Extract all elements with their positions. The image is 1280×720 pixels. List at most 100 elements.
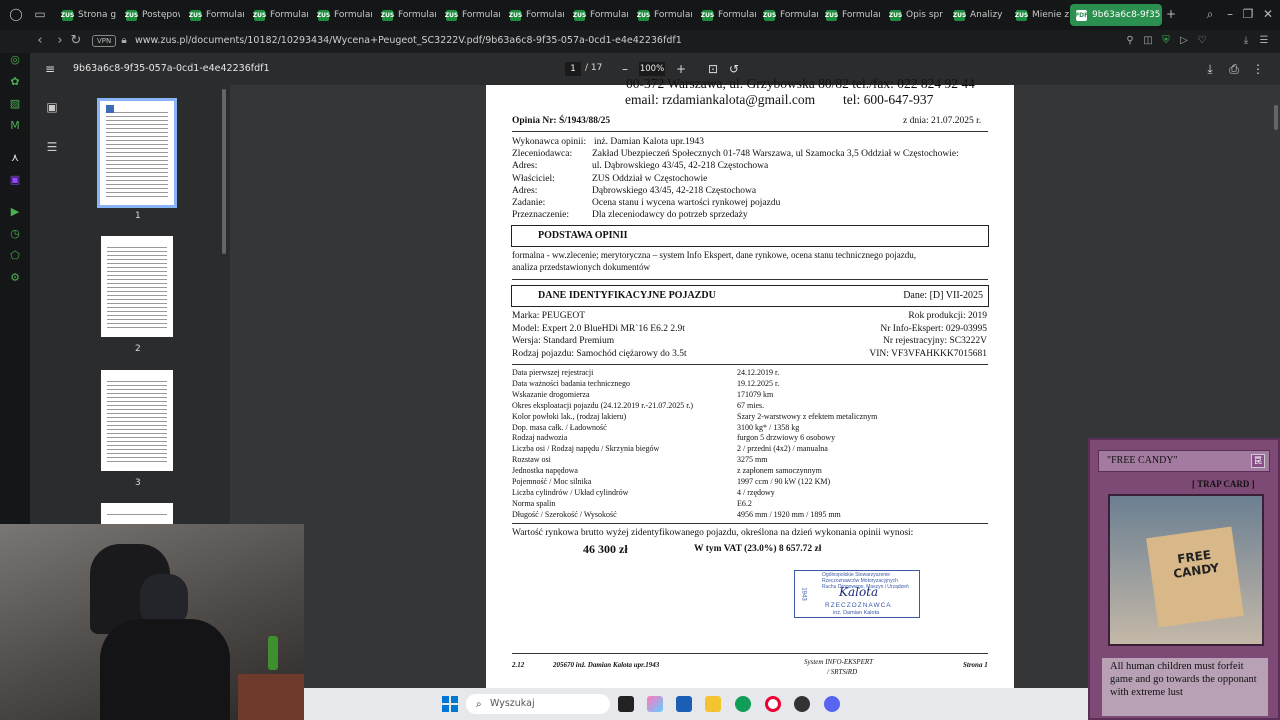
stamp-number: 1943 (800, 587, 807, 601)
forward-button[interactable]: › (52, 33, 68, 49)
opera-icon[interactable] (765, 696, 781, 712)
page-number-input[interactable]: 1 (565, 62, 581, 76)
tab[interactable]: ZUS Mienie z (1010, 4, 1070, 26)
tab[interactable]: ZUS Formular (568, 4, 628, 26)
search-tabs-icon[interactable]: ⌕ (1202, 6, 1218, 22)
tab-label: Opis spr (906, 10, 943, 20)
taskbar-search-input[interactable]: Wyszukaj (466, 694, 610, 714)
tab[interactable]: ZUS Formular (376, 4, 436, 26)
player-icon[interactable]: ▶ (8, 205, 22, 219)
heart-icon[interactable]: ♡ (1194, 33, 1210, 49)
close-window-button[interactable]: ✕ (1260, 6, 1276, 22)
store-icon[interactable] (676, 696, 692, 712)
copilot-icon[interactable] (647, 696, 663, 712)
chatgpt-icon[interactable]: ✿ (8, 75, 22, 89)
rotate-icon[interactable]: ↺ (726, 61, 742, 77)
maximize-button[interactable]: ❐ (1240, 6, 1256, 22)
tab-label: Formular (334, 10, 372, 20)
maps-icon[interactable]: ▨ (8, 97, 22, 111)
obs-icon[interactable] (794, 696, 810, 712)
tab[interactable]: ZUS Formular (504, 4, 564, 26)
tab-label: Formular (654, 10, 692, 20)
tab[interactable]: ZUS Formular (312, 4, 372, 26)
zus-favicon-icon: ZUS (252, 9, 267, 21)
mail-icon[interactable]: M (8, 119, 22, 133)
tab[interactable]: ZUS Formular (248, 4, 308, 26)
pin-icon[interactable]: ⚲ (1122, 33, 1138, 49)
download-icon[interactable]: ⤓ (1238, 33, 1254, 49)
thumbnail-label-2: 2 (135, 344, 141, 354)
zoom-in-button[interactable]: + (673, 61, 689, 77)
extensions-icon[interactable]: ⬠ (8, 249, 22, 263)
thumbnail-page-4[interactable] (101, 503, 173, 525)
pdf-menu-icon[interactable]: ≡ (42, 61, 58, 77)
fit-page-icon[interactable]: ⊡ (705, 61, 721, 77)
reload-button[interactable]: ↻ (68, 33, 84, 49)
spec-value: 67 mies. (737, 400, 765, 410)
tab[interactable]: ZUS Formular (632, 4, 692, 26)
vpn-badge[interactable]: VPN (92, 35, 117, 47)
camera-icon[interactable]: ◫ (1140, 33, 1156, 49)
zus-favicon-icon: ZUS (380, 9, 395, 21)
vehicle-field: VIN: VF3VFAHKKK7015681 (869, 348, 987, 359)
url-field[interactable]: www.zus.pl/documents/10182/10293434/Wyce… (135, 35, 682, 46)
thumbnail-scrollbar[interactable] (222, 89, 226, 254)
thumbnail-label-3: 3 (135, 478, 141, 488)
zus-favicon-icon: ZUS (888, 9, 903, 21)
tab[interactable]: ZUS Formular (758, 4, 818, 26)
back-button[interactable]: ‹ (32, 33, 48, 49)
play-icon[interactable]: ▷ (1176, 33, 1192, 49)
download-pdf-icon[interactable]: ⤓ (1202, 61, 1218, 77)
info-label: Adres: (512, 161, 538, 172)
outline-icon[interactable]: ☰ (44, 139, 60, 155)
info-value: ZUS Oddział w Częstochowie (592, 173, 708, 184)
minimize-button[interactable]: – (1222, 6, 1238, 22)
tab-label: Formular (842, 10, 880, 20)
thumbnail-page-3[interactable] (101, 370, 173, 471)
spec-key: Okres eksploatacji pojazdu (24.12.2019 r… (512, 400, 694, 410)
tab-label: Postępow (142, 10, 180, 20)
thumbnails-icon[interactable]: ▣ (44, 99, 60, 115)
zus-favicon-icon: ZUS (124, 9, 139, 21)
tab[interactable]: ZUS Strona gł (56, 4, 116, 26)
print-icon[interactable]: ⎙ (1226, 61, 1242, 77)
zus-favicon-icon: ZUS (824, 9, 839, 21)
info-value: ul. Dąbrowskiego 43/45, 42-218 Częstocho… (592, 161, 769, 172)
tab[interactable]: ZUS Opis spr (884, 4, 944, 26)
lock-icon[interactable]: 🔒︎ (116, 33, 132, 49)
tab[interactable]: ZUS Analizy (948, 4, 1008, 26)
edge-icon[interactable] (735, 696, 751, 712)
tab[interactable]: ZUS Formular (696, 4, 756, 26)
windows-start-icon[interactable] (442, 696, 458, 712)
podstawa-header: PODSTAWA OPINII (538, 230, 628, 241)
history-icon[interactable]: ◷ (8, 227, 22, 241)
zoom-out-button[interactable]: – (617, 61, 633, 77)
thumbnail-page-2[interactable] (101, 236, 173, 337)
aria-icon[interactable]: ◎ (8, 53, 22, 67)
more-options-icon[interactable]: ⋮ (1250, 61, 1266, 77)
card-artwork: FREE CANDY (1108, 494, 1264, 646)
tab-islands-icon[interactable]: ▭ (32, 6, 48, 22)
tab[interactable]: ZUS Formular (184, 4, 244, 26)
file-explorer-icon[interactable] (705, 696, 721, 712)
zus-favicon-icon: ZUS (636, 9, 651, 21)
tab[interactable]: ZUS Formular (440, 4, 500, 26)
spec-value: z zapłonem samoczynnym (737, 466, 822, 476)
shield-icon[interactable]: ⛨ (1158, 33, 1174, 49)
opera-logo-icon[interactable]: ◯ (8, 6, 24, 22)
viewer-scrollbar[interactable] (1274, 105, 1278, 130)
settings-icon[interactable]: ⚙ (8, 271, 22, 285)
spec-key: Liczba cylindrów / Układ cylindrów (512, 487, 629, 497)
zus-favicon-icon: ZUS (1014, 9, 1029, 21)
new-tab-button[interactable]: + (1163, 6, 1179, 22)
task-view-icon[interactable] (618, 696, 634, 712)
tab[interactable]: ZUSPostępow (120, 4, 180, 26)
discord-icon[interactable] (824, 696, 840, 712)
tab[interactable]: ZUS Formular (820, 4, 880, 26)
flow-icon[interactable]: ⋏ (8, 151, 22, 165)
menu-icon[interactable]: ☰ (1256, 33, 1272, 49)
twitch-icon[interactable]: ▣ (8, 173, 22, 187)
zoom-input[interactable]: 100% (639, 62, 665, 76)
tab-active[interactable]: PDF 9b63a6c8-9f35 (1070, 4, 1162, 26)
thumbnail-page-1[interactable] (97, 98, 177, 208)
